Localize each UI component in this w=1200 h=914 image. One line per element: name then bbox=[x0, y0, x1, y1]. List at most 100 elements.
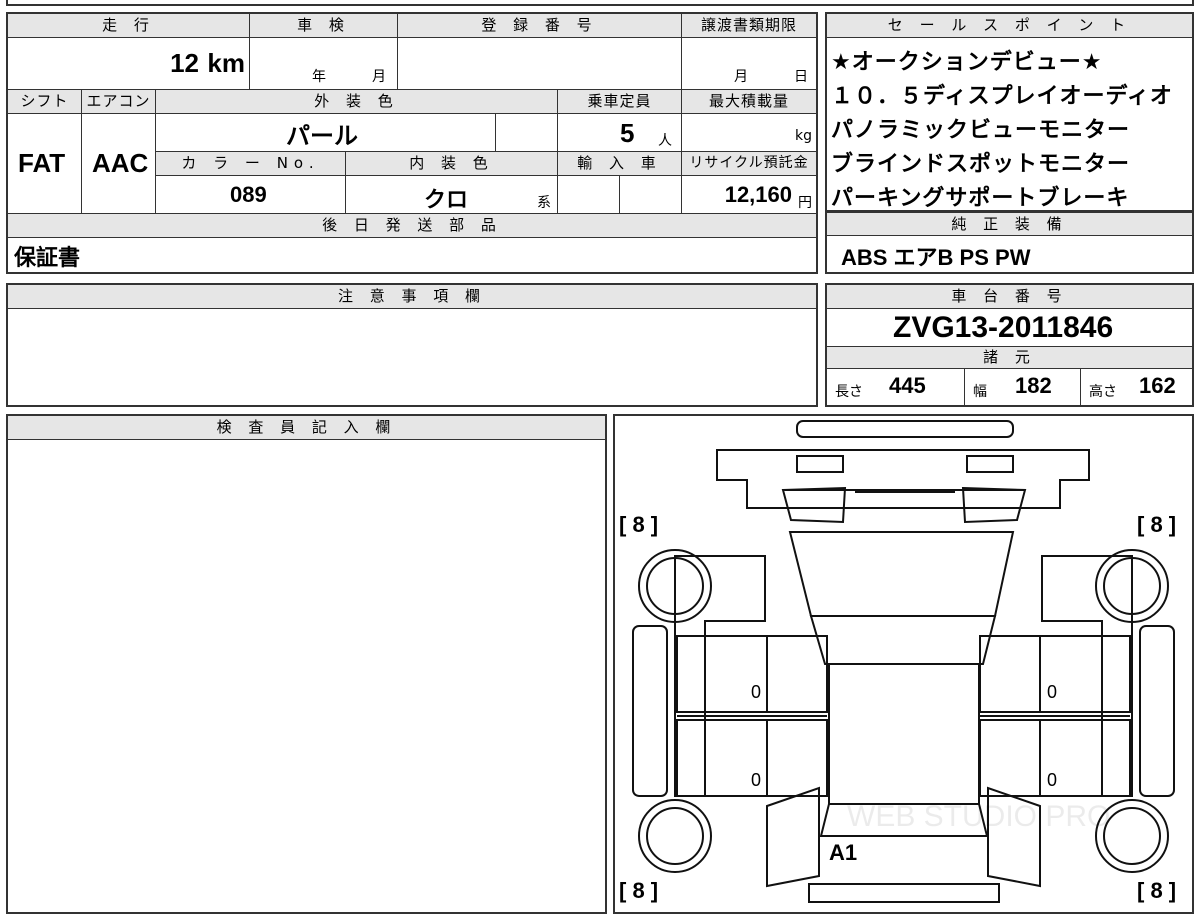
tire-fr-label: [ 8 ] bbox=[1137, 512, 1176, 537]
width-cell: 幅 182 bbox=[965, 369, 1081, 405]
mileage-cell: 12 km bbox=[8, 38, 250, 90]
mileage-value: 12 bbox=[170, 48, 199, 78]
windshield-shape-right bbox=[961, 486, 1027, 524]
damage-mark-label: A1 bbox=[829, 840, 857, 865]
front-bumper-shape bbox=[796, 420, 1014, 438]
body-left-side bbox=[674, 555, 766, 797]
length-value: 445 bbox=[889, 373, 926, 398]
max-load-cell: kg bbox=[682, 114, 816, 152]
roof-mid bbox=[809, 615, 997, 665]
cowl-shape bbox=[785, 489, 1025, 493]
transfer-month-unit: 月 bbox=[734, 69, 748, 85]
shift-header: シフト bbox=[8, 90, 82, 114]
interior-color-value: クロ bbox=[424, 187, 469, 212]
import-car-cell-a bbox=[558, 176, 620, 214]
import-car-cell-b bbox=[620, 176, 682, 214]
genuine-equipment-header: 純 正 装 備 bbox=[827, 212, 1192, 236]
genuine-equipment-panel: 純 正 装 備 ABS エアB PS PW bbox=[825, 212, 1194, 274]
recycle-fee-cell: 12,160 円 bbox=[682, 176, 816, 214]
tire-fl-label: [ 8 ] bbox=[619, 512, 658, 537]
rear-quarter-left bbox=[766, 786, 820, 888]
transfer-day-unit: 日 bbox=[794, 69, 808, 85]
width-value: 182 bbox=[1015, 373, 1052, 398]
notes-panel: 注 意 事 項 欄 bbox=[6, 283, 818, 407]
tire-rr-label: [ 8 ] bbox=[1137, 878, 1176, 903]
pillar-right bbox=[1139, 625, 1175, 797]
width-label: 幅 bbox=[973, 384, 987, 400]
chassis-number-value: ZVG13-2011846 bbox=[893, 311, 1114, 344]
inspector-header: 検 査 員 記 入 欄 bbox=[8, 416, 605, 440]
capacity-unit: 人 bbox=[658, 133, 672, 149]
top-strip bbox=[6, 0, 1194, 6]
tire-rr-inner bbox=[1103, 807, 1161, 865]
color-no-cell: 089 bbox=[156, 176, 346, 214]
color-no-header: カ ラ ー No. bbox=[156, 152, 346, 176]
car-diagram: [ 8 ] [ 8 ] [ 8 ] [ 8 ] A1 0 0 0 0 WEB S… bbox=[619, 420, 1176, 903]
transfer-deadline-cell: 月 日 bbox=[682, 38, 816, 90]
mileage-header: 走 行 bbox=[8, 14, 250, 38]
rear-bumper-shape bbox=[808, 883, 1000, 903]
mileage-unit: km bbox=[207, 48, 245, 78]
roof-shape bbox=[828, 663, 980, 805]
sale-points-header: セ ー ル ス ポ イ ン ト bbox=[827, 14, 1192, 38]
specs-header: 諸 元 bbox=[827, 347, 1192, 369]
sale-point-2: １０．５ディスプレイオーディオ bbox=[831, 84, 1173, 109]
registration-cell bbox=[398, 38, 682, 90]
vehicle-info-panel: 走 行 車 検 登 録 番 号 譲渡書類期限 12 km 年 月 月 日 シフト… bbox=[6, 12, 818, 274]
headlight-left bbox=[796, 455, 844, 473]
tire-rl-inner bbox=[646, 807, 704, 865]
import-car-header: 輸 入 車 bbox=[558, 152, 682, 176]
transfer-deadline-header: 譲渡書類期限 bbox=[682, 14, 816, 38]
interior-color-suffix: 系 bbox=[537, 195, 551, 211]
sale-point-5: パーキングサポートブレーキ bbox=[831, 186, 1130, 211]
door-rl-window bbox=[766, 719, 828, 797]
aircon-cell: AAC bbox=[82, 114, 156, 214]
interior-color-cell: クロ 系 bbox=[346, 176, 558, 214]
capacity-cell: 5 人 bbox=[558, 114, 682, 152]
interior-color-header: 内 装 色 bbox=[346, 152, 558, 176]
inspection-cell: 年 月 bbox=[250, 38, 398, 90]
inspection-header: 車 検 bbox=[250, 14, 398, 38]
chassis-number-cell: ZVG13-2011846 bbox=[827, 309, 1192, 347]
exterior-color-extra-cell bbox=[496, 114, 558, 152]
chassis-number-header: 車 台 番 号 bbox=[827, 285, 1192, 309]
later-parts-value: 保証書 bbox=[14, 246, 81, 271]
height-label: 高さ bbox=[1089, 384, 1117, 400]
door-rr-score: 0 bbox=[1047, 770, 1057, 790]
recycle-fee-header: リサイクル預託金 bbox=[682, 152, 816, 176]
door-fr-score: 0 bbox=[1047, 682, 1057, 702]
sale-point-4: ブラインドスポットモニター bbox=[831, 152, 1131, 177]
length-label: 長さ bbox=[835, 384, 863, 400]
pillar-left bbox=[632, 625, 668, 797]
door-rr-window bbox=[979, 719, 1041, 797]
capacity-value: 5 bbox=[620, 118, 635, 148]
later-parts-header: 後 日 発 送 部 品 bbox=[8, 214, 816, 238]
inspection-year-unit: 年 bbox=[312, 69, 326, 85]
door-fl-score: 0 bbox=[751, 682, 761, 702]
door-fl-window bbox=[766, 635, 828, 713]
body-right-side bbox=[1041, 555, 1133, 797]
headlight-right bbox=[966, 455, 1014, 473]
recycle-fee-unit: 円 bbox=[798, 195, 812, 211]
genuine-equipment-value: ABS エアB PS PW bbox=[841, 245, 1031, 270]
max-load-unit: kg bbox=[795, 128, 812, 144]
recycle-fee-value: 12,160 bbox=[724, 182, 792, 207]
sale-points-panel: セ ー ル ス ポ イ ン ト ★オークションデビュー★ １０．５ディスプレイオ… bbox=[825, 12, 1194, 212]
door-fr-window bbox=[979, 635, 1041, 713]
car-diagram-panel: [ 8 ] [ 8 ] [ 8 ] [ 8 ] A1 0 0 0 0 WEB S… bbox=[613, 414, 1194, 914]
door-rl-score: 0 bbox=[751, 770, 761, 790]
aircon-header: エアコン bbox=[82, 90, 156, 114]
notes-header: 注 意 事 項 欄 bbox=[8, 285, 816, 309]
capacity-header: 乗車定員 bbox=[558, 90, 682, 114]
length-cell: 長さ 445 bbox=[827, 369, 965, 405]
sale-point-1: ★オークションデビュー★ bbox=[831, 50, 1103, 75]
inspection-month-unit: 月 bbox=[372, 69, 386, 85]
exterior-color-cell: パール bbox=[156, 114, 496, 152]
exterior-color-value: パール bbox=[286, 123, 358, 150]
height-value: 162 bbox=[1139, 373, 1176, 398]
chassis-panel: 車 台 番 号 ZVG13-2011846 諸 元 長さ 445 幅 182 高… bbox=[825, 283, 1194, 407]
hood-outline bbox=[716, 449, 1090, 509]
max-load-header: 最大積載量 bbox=[682, 90, 816, 114]
roof-front bbox=[788, 531, 1015, 617]
inspector-panel: 検 査 員 記 入 欄 bbox=[6, 414, 607, 914]
